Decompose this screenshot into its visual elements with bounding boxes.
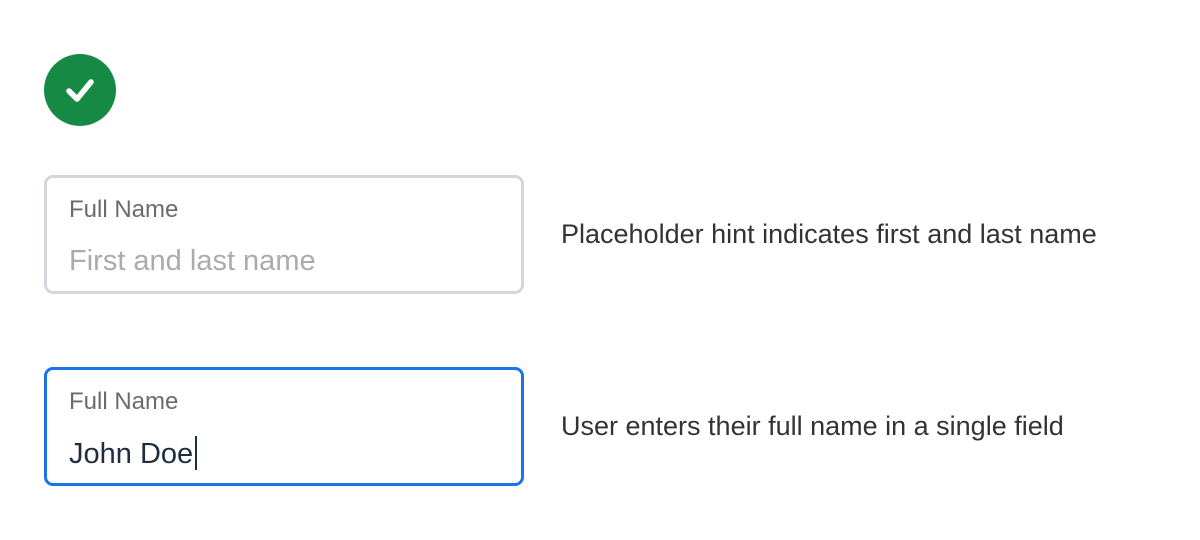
- full-name-field-empty[interactable]: Full Name First and last name: [44, 175, 524, 294]
- success-check-icon: [44, 54, 116, 126]
- example-description: User enters their full name in a single …: [561, 411, 1064, 441]
- input-value-wrapper: John Doe: [69, 436, 198, 471]
- text-cursor: [195, 436, 198, 470]
- field-label: Full Name: [69, 388, 179, 415]
- field-label: Full Name: [69, 196, 179, 223]
- full-name-field-filled[interactable]: Full Name John Doe: [44, 367, 524, 486]
- example-description: Placeholder hint indicates first and las…: [561, 219, 1097, 249]
- placeholder-text: First and last name: [69, 245, 316, 277]
- input-value: John Doe: [69, 438, 194, 470]
- checkmark-icon: [66, 79, 94, 102]
